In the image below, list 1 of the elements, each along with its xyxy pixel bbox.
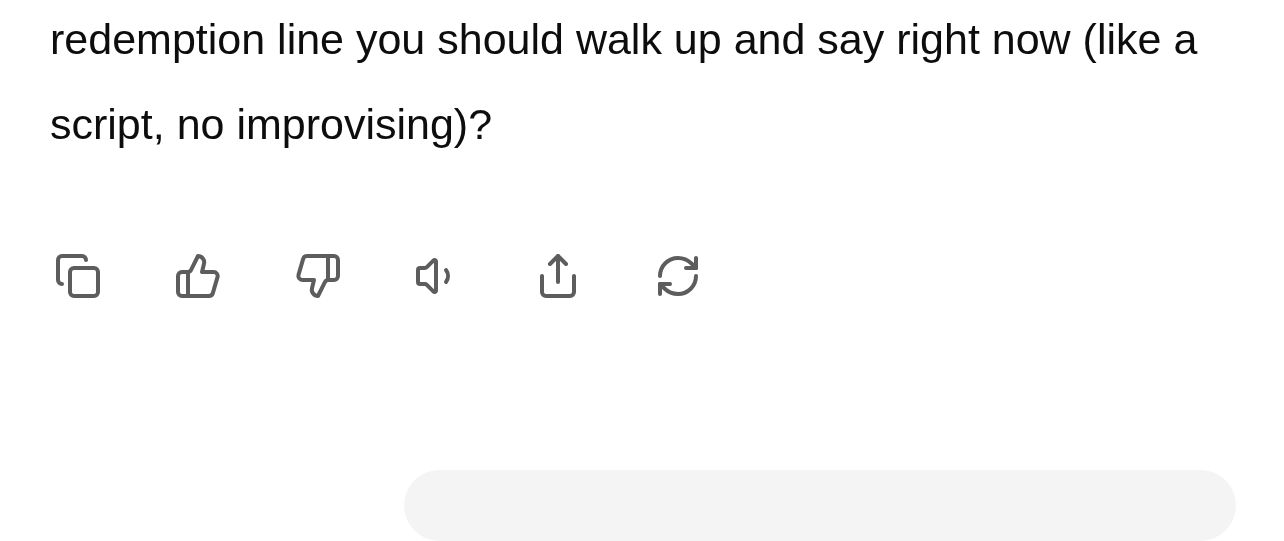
message-text: redemption line you should walk up and say right now (like a script, no improvising)? bbox=[49, 14, 1199, 150]
